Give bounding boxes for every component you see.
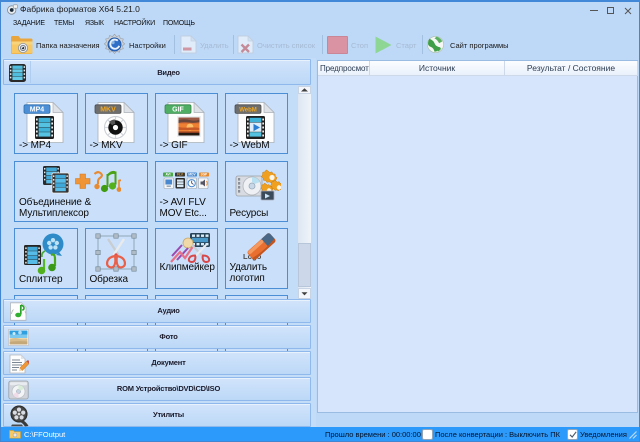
- svg-text:3GP: 3GP: [200, 173, 207, 177]
- svg-text:AVI: AVI: [165, 173, 170, 177]
- svg-text:WebM: WebM: [239, 107, 257, 113]
- svg-text:MOV: MOV: [188, 173, 196, 177]
- svg-text:GIF: GIF: [172, 107, 184, 114]
- svg-text:MP4: MP4: [30, 107, 45, 114]
- svg-text:FLV: FLV: [177, 173, 184, 177]
- svg-text:MKV: MKV: [100, 107, 116, 114]
